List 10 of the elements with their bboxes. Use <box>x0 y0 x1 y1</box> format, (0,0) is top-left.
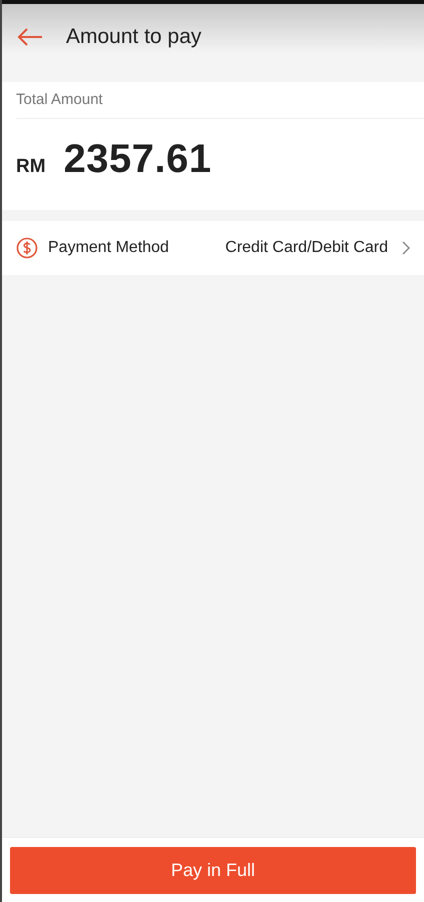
dollar-icon <box>16 237 38 259</box>
back-button[interactable] <box>16 27 44 47</box>
payment-method-row[interactable]: Payment Method Credit Card/Debit Card <box>2 221 424 275</box>
amount-value: 2357.61 <box>64 137 212 182</box>
back-arrow-icon <box>16 27 44 47</box>
currency-label: RM <box>16 156 46 178</box>
page-title: Amount to pay <box>66 25 202 49</box>
total-label: Total Amount <box>16 82 424 119</box>
chevron-right-icon <box>402 241 410 255</box>
pay-in-full-button[interactable]: Pay in Full <box>10 846 416 894</box>
